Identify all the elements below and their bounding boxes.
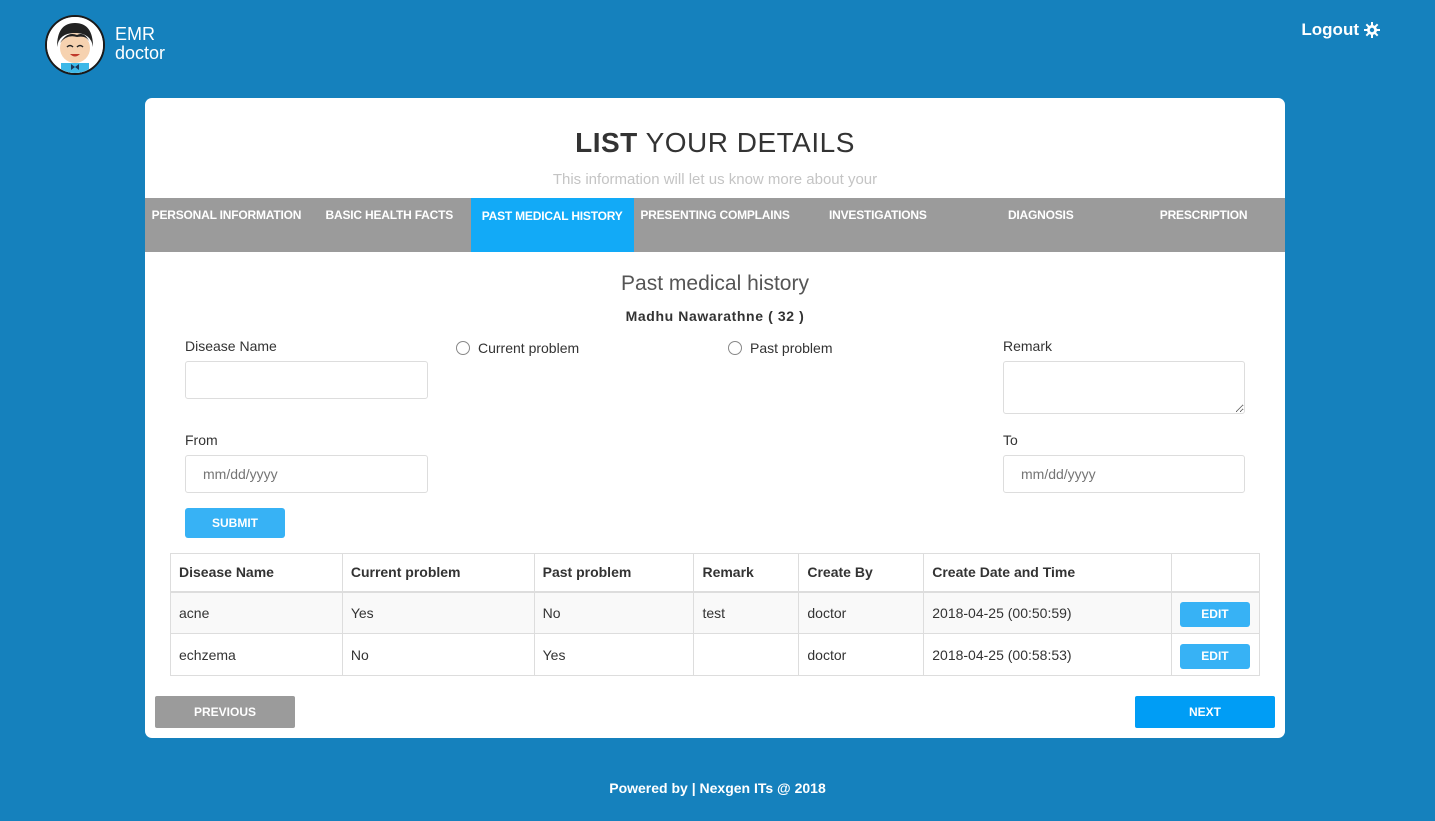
table-row: acne Yes No test doctor 2018-04-25 (00:5… (170, 591, 1261, 634)
details-card: LIST YOUR DETAILS This information will … (145, 98, 1285, 738)
tab-label: DIAGNOSIS (1007, 208, 1074, 222)
submit-button[interactable]: SUBMIT (185, 508, 285, 538)
tab-past-medical-history[interactable]: PAST MEDICAL HISTORY (470, 198, 634, 252)
cell-remark: test (693, 591, 800, 634)
cell-remark (693, 633, 800, 676)
cell-create-date: 2018-04-25 (00:58:53) (923, 633, 1172, 676)
cell-past-problem: Yes (533, 633, 695, 676)
tab-bar: PERSONAL INFORMATION BASIC HEALTH FACTS … (145, 198, 1285, 252)
logout-button[interactable]: Logout (1301, 20, 1380, 40)
disease-name-label: Disease Name (185, 338, 277, 354)
col-create-date: Create Date and Time (923, 553, 1172, 593)
tab-diagnosis[interactable]: DIAGNOSIS (959, 198, 1122, 252)
cell-create-by: doctor (798, 633, 925, 676)
cell-current-problem: No (341, 633, 535, 676)
previous-button[interactable]: PREVIOUS (155, 696, 295, 728)
remark-label: Remark (1003, 338, 1053, 354)
remark-textarea[interactable] (1003, 361, 1245, 414)
app-name: EMR (115, 24, 155, 44)
page-subtitle: This information will let us know more a… (552, 171, 878, 188)
cell-create-by: doctor (798, 591, 925, 634)
col-current-problem: Current problem (341, 553, 535, 593)
col-create-by: Create By (798, 553, 925, 593)
logout-label: Logout (1301, 20, 1359, 39)
edit-button[interactable]: EDIT (1179, 643, 1250, 669)
current-problem-label: Current problem (478, 340, 580, 356)
doctor-avatar (45, 15, 105, 75)
table-row: echzema No Yes doctor 2018-04-25 (00:58:… (170, 633, 1261, 676)
brand-text: EMR doctor (115, 25, 165, 63)
next-button[interactable]: NEXT (1135, 696, 1275, 728)
patient-name: Madhu Nawarathne ( 32 ) (625, 308, 805, 324)
title-bold: LIST (575, 127, 638, 158)
col-past-problem: Past problem (533, 553, 695, 593)
past-problem-label: Past problem (750, 340, 833, 356)
tab-label: INVESTIGATIONS (829, 208, 927, 222)
tab-personal-information[interactable]: PERSONAL INFORMATION (145, 198, 308, 252)
footer-text: Powered by | Nexgen ITs @ 2018 (609, 780, 826, 796)
to-label: To (1003, 432, 1018, 448)
title-light: YOUR DETAILS (645, 127, 855, 158)
page-title: LIST YOUR DETAILS (145, 127, 1285, 161)
cell-actions: EDIT (1170, 633, 1261, 676)
tab-investigations[interactable]: INVESTIGATIONS (796, 198, 959, 252)
radio-circle (728, 341, 742, 355)
past-problem-radio[interactable]: Past problem (728, 340, 832, 356)
tab-label: PRESCRIPTION (1159, 208, 1248, 222)
tab-presenting-complains[interactable]: PRESENTING COMPLAINS (634, 198, 797, 252)
cell-actions: EDIT (1170, 591, 1261, 634)
user-role: doctor (115, 43, 166, 63)
col-disease-name: Disease Name (170, 553, 343, 593)
col-actions (1170, 553, 1261, 593)
tab-label: PAST MEDICAL HISTORY (481, 209, 623, 223)
disease-name-input[interactable] (185, 361, 428, 399)
cell-disease-name: acne (170, 591, 343, 634)
cell-disease-name: echzema (170, 633, 343, 676)
from-label: From (185, 432, 218, 448)
gear-icon (1364, 22, 1380, 38)
radio-circle (456, 341, 470, 355)
from-date-input[interactable] (185, 455, 428, 493)
current-problem-radio[interactable]: Current problem (456, 340, 579, 356)
tab-prescription[interactable]: PRESCRIPTION (1122, 198, 1285, 252)
section-title: Past medical history (621, 272, 809, 295)
table-header-row: Disease Name Current problem Past proble… (170, 553, 1261, 593)
cell-past-problem: No (533, 591, 695, 634)
cell-current-problem: Yes (341, 591, 535, 634)
history-table: Disease Name Current problem Past proble… (170, 553, 1261, 676)
tab-label: PRESENTING COMPLAINS (640, 208, 790, 222)
to-date-input[interactable] (1003, 455, 1245, 493)
tab-label: BASIC HEALTH FACTS (325, 208, 454, 222)
col-remark: Remark (693, 553, 800, 593)
brand: EMR doctor (45, 15, 165, 75)
tab-basic-health-facts[interactable]: BASIC HEALTH FACTS (308, 198, 471, 252)
tab-label: PERSONAL INFORMATION (151, 208, 302, 222)
edit-button[interactable]: EDIT (1179, 601, 1250, 627)
cell-create-date: 2018-04-25 (00:50:59) (923, 591, 1172, 634)
